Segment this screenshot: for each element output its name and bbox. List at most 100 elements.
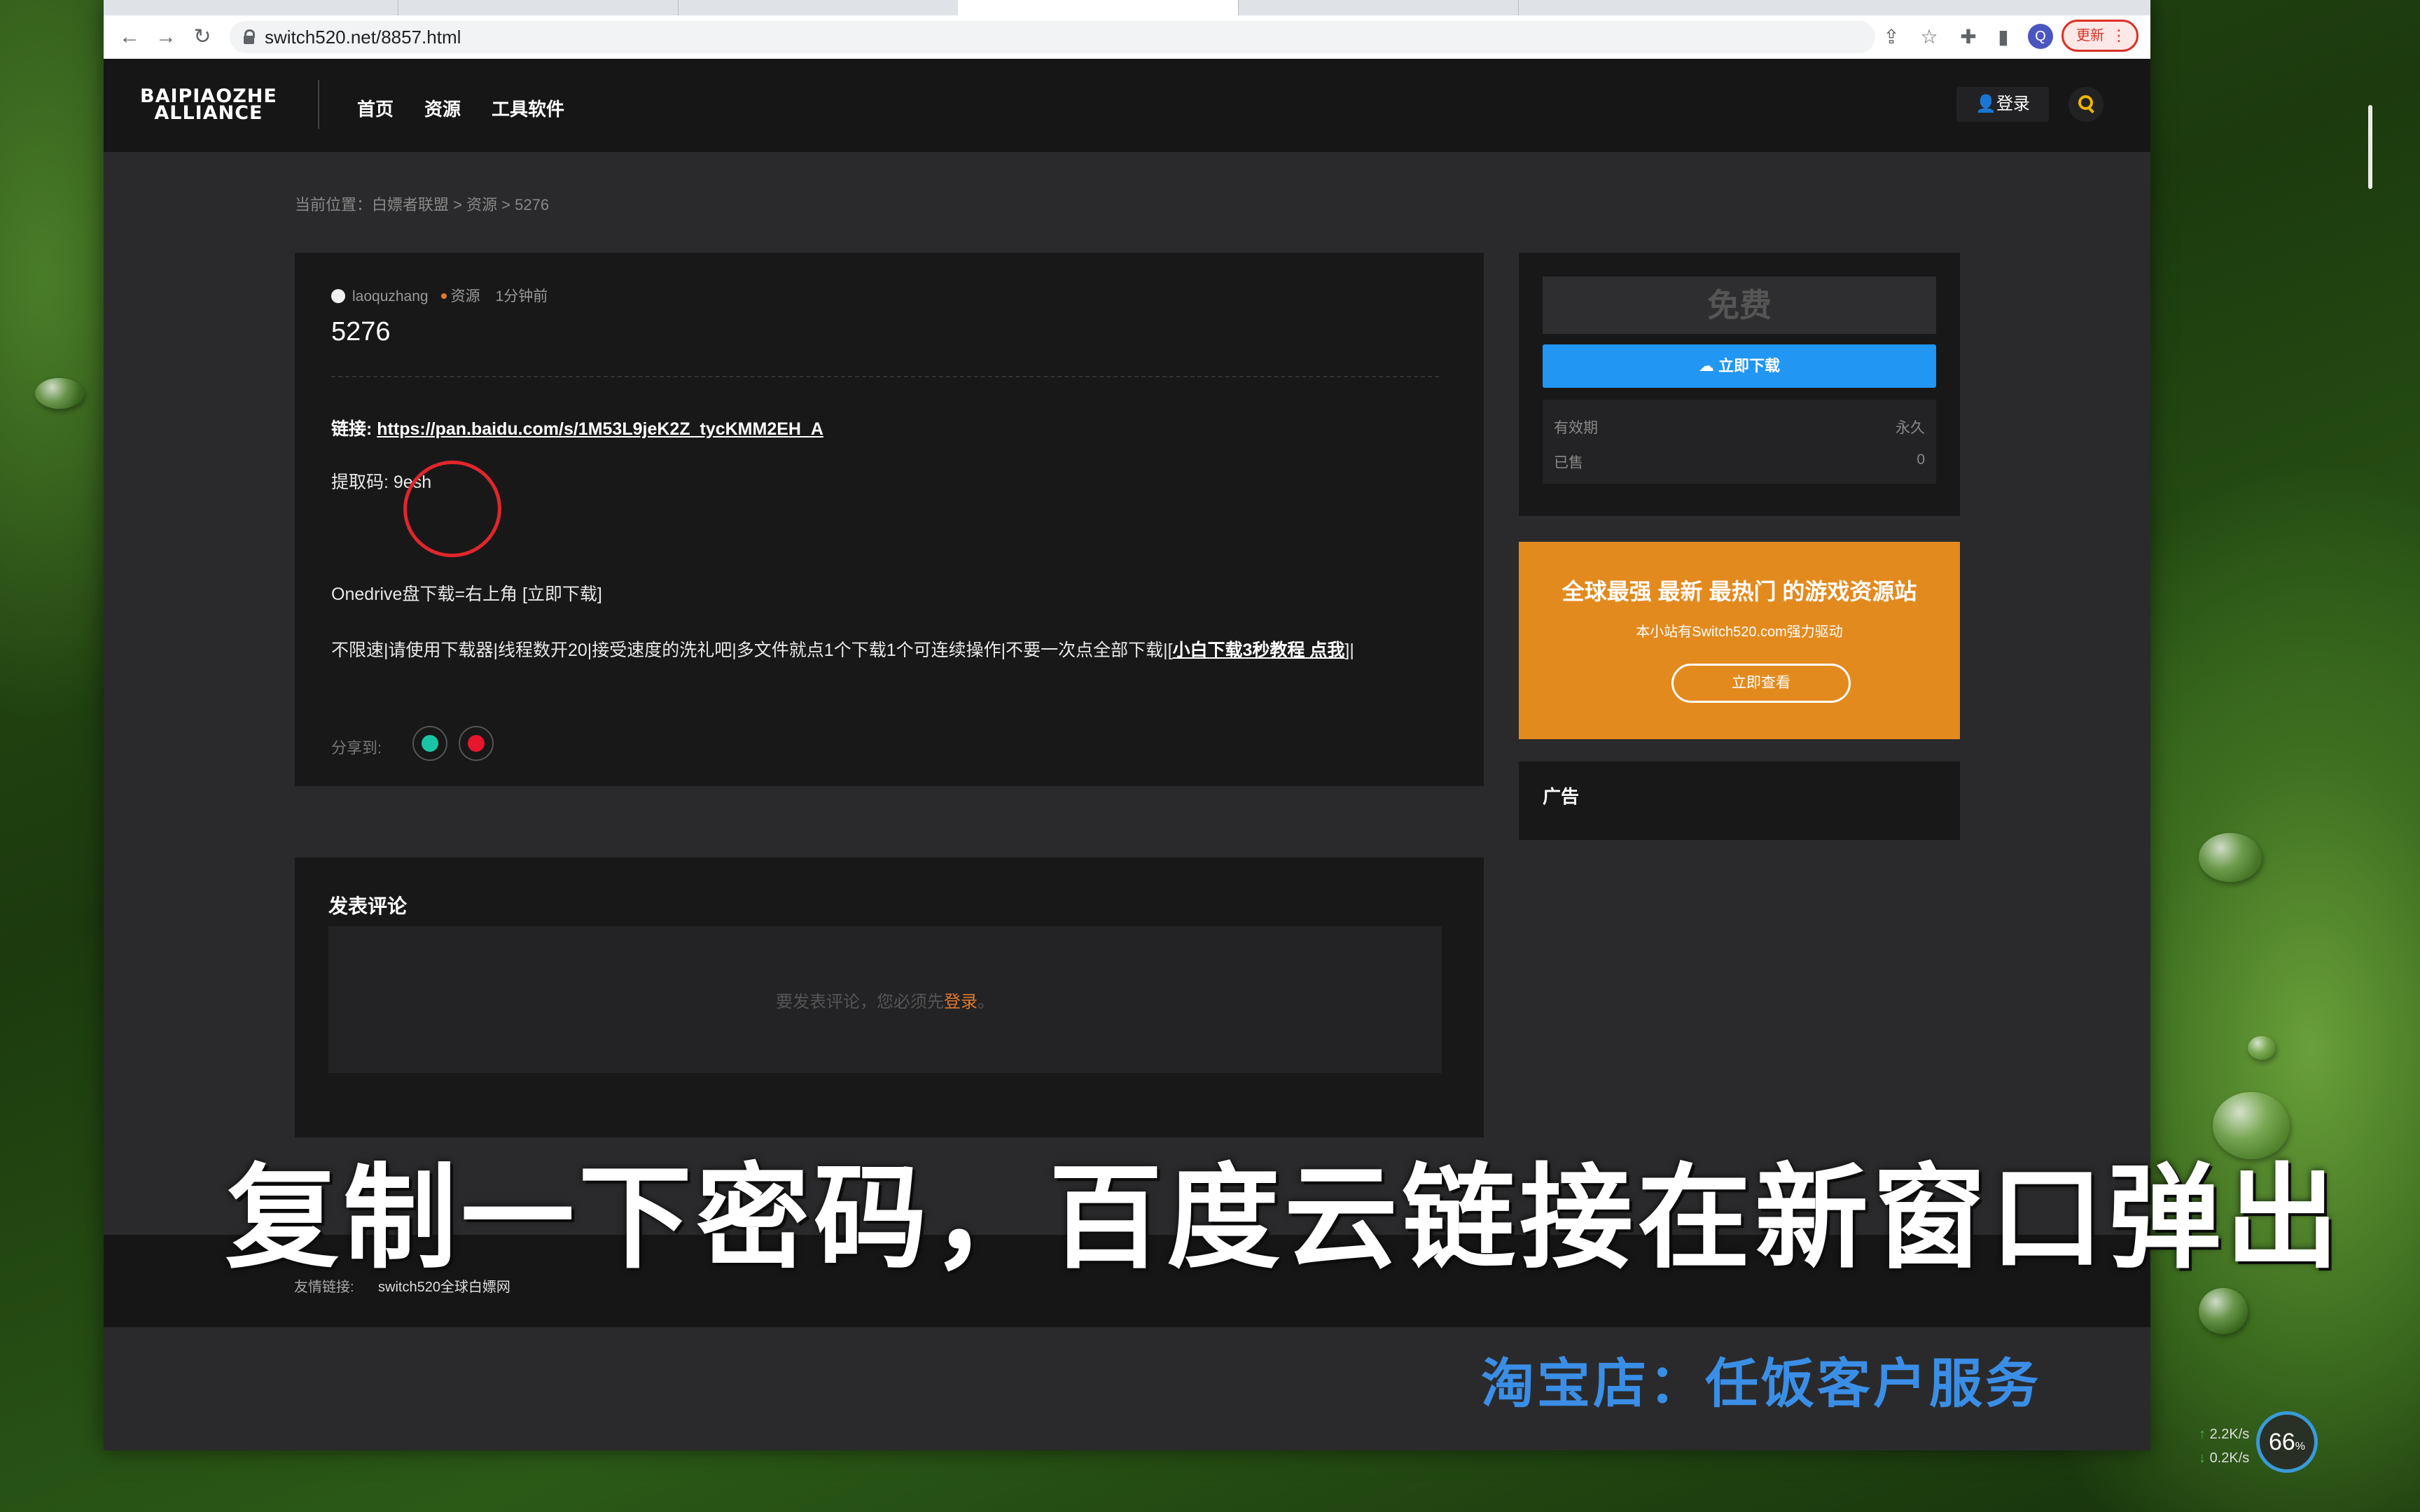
baidu-pan-link[interactable]: https://pan.baidu.com/s/1M53L9jeK2Z_tycK… (377, 419, 823, 439)
cloud-download-icon: ☁ (1698, 357, 1719, 374)
title-divider (331, 376, 1439, 377)
breadcrumb: 当前位置：白嫖者联盟 > 资源 > 5276 (295, 196, 550, 214)
weibo-icon (468, 735, 485, 752)
share-page-icon[interactable]: ⇪ (1879, 25, 1903, 49)
upload-value: 2.2 (2209, 1427, 2230, 1442)
unit: K/s (2229, 1427, 2250, 1442)
comment-hint: 要发表评论，您必须先登录。 (328, 988, 1442, 1012)
login-label: 登录 (1996, 94, 2030, 113)
browser-tab[interactable] (678, 0, 959, 15)
tips-text: 不限速|请使用下载器|线程数开20|接受速度的洗礼吧|多文件就点1个下载1个可连… (331, 640, 1173, 660)
promo-title: 全球最强 最新 最热门 的游戏资源站 (1562, 579, 1917, 604)
forward-arrow-icon[interactable]: → (154, 25, 178, 49)
ad-title: 广告 (1543, 786, 1580, 807)
hint-end: 。 (978, 993, 994, 1011)
header-divider (318, 80, 319, 129)
up-arrow-icon: ↑ (2199, 1427, 2206, 1442)
info-value: 永久 (1896, 420, 1925, 436)
nav-resources[interactable]: 资源 (424, 95, 461, 121)
post-author[interactable]: laoquzhang (352, 288, 429, 304)
author-avatar (331, 289, 345, 303)
lock-icon (244, 29, 255, 44)
promo-banner: 全球最强 最新 最热门 的游戏资源站 本小站有Switch520.com强力驱动… (1519, 542, 1960, 739)
extensions-puzzle-icon[interactable]: ✚ (1956, 25, 1980, 49)
qq-share-icon[interactable] (412, 726, 447, 761)
onedrive-line: Onedrive盘下载=右上角 [立即下载] (331, 584, 602, 604)
update-label: 更新 (2076, 28, 2104, 43)
browser-tab[interactable] (398, 0, 679, 15)
search-button[interactable] (2068, 87, 2103, 122)
download-now-button[interactable]: ☁ 立即下载 (1543, 344, 1936, 388)
back-arrow-icon[interactable]: ← (118, 25, 141, 49)
search-icon-handle (2087, 106, 2094, 113)
share-label: 分享到: (331, 739, 382, 757)
logo-line: ALLIANCE (154, 102, 263, 124)
browser-tab[interactable] (104, 0, 398, 15)
desktop-edge-bar (2368, 105, 2372, 189)
browser-tab[interactable] (1238, 0, 1519, 15)
hint-text: 要发表评论，您必须先 (776, 993, 944, 1011)
info-row-sold: 已售 0 (1554, 451, 1925, 472)
water-drop (2199, 833, 2262, 882)
nav-tools[interactable]: 工具软件 (492, 95, 564, 121)
browser-tab-active[interactable] (958, 0, 1239, 15)
ad-widget: 广告 (1519, 762, 1960, 840)
page-body: 当前位置：白嫖者联盟 > 资源 > 5276 laoquzhang 资源 1分钟前 … (104, 152, 2150, 1237)
info-value: 0 (1917, 451, 1925, 468)
profile-avatar[interactable]: Q (2028, 24, 2053, 49)
update-button[interactable]: 更新 ⋮ (2061, 20, 2139, 52)
login-button[interactable]: 👤登录 (1956, 87, 2049, 122)
gauge-value: 66 (2268, 1429, 2295, 1455)
price-label: 免费 (1543, 276, 1936, 334)
network-speed-widget: ↑ 2.2K/s ↓ 0.2K/s 66% (2192, 1408, 2325, 1476)
tab-strip (104, 0, 2150, 15)
post-category[interactable]: 资源 (451, 288, 480, 304)
tutorial-link[interactable]: 小白下载3秒教程 点我 (1173, 640, 1345, 660)
site-header: BAIPIAOZHE ALLIANCE 首页 资源 工具软件 👤登录 (104, 59, 2150, 152)
address-bar[interactable]: switch520.net/8857.html (230, 21, 1875, 53)
taobao-watermark: 淘宝店：任饭客户服务 (1481, 1352, 2041, 1415)
browser-toolbar: ← → ↻ switch520.net/8857.html ⇪ ☆ ✚ ▮ Q … (104, 15, 2150, 59)
menu-dots-icon: ⋮ (2111, 27, 2127, 44)
tips-line: 不限速|请使用下载器|线程数开20|接受速度的洗礼吧|多文件就点1个下载1个可连… (331, 636, 1354, 662)
comment-title: 发表评论 (328, 895, 408, 917)
unit: K/s (2229, 1450, 2250, 1466)
promo-view-button[interactable]: 立即查看 (1671, 664, 1851, 703)
reload-icon[interactable]: ↻ (190, 25, 214, 49)
weibo-share-icon[interactable] (459, 726, 494, 761)
comment-card: 发表评论 要发表评论，您必须先登录。 (295, 858, 1484, 1138)
site-logo[interactable]: BAIPIAOZHE ALLIANCE (140, 87, 277, 124)
download-info: 有效期 永久 已售 0 (1543, 400, 1936, 484)
water-drop (2199, 1288, 2248, 1334)
bookmark-star-icon[interactable]: ☆ (1917, 25, 1941, 49)
gauge-unit: % (2295, 1441, 2306, 1452)
memory-gauge[interactable]: 66% (2256, 1411, 2318, 1473)
water-drop (35, 378, 84, 409)
water-drop (2248, 1036, 2276, 1060)
nav-home[interactable]: 首页 (357, 95, 394, 121)
net-speeds: ↑ 2.2K/s ↓ 0.2K/s (2199, 1422, 2249, 1470)
info-row-validity: 有效期 永久 (1554, 416, 1925, 438)
url-text: switch520.net/8857.html (265, 27, 461, 48)
category-dot-icon (440, 293, 447, 299)
down-arrow-icon: ↓ (2199, 1450, 2206, 1466)
post-title: 5276 (331, 317, 391, 346)
download-label: 立即下载 (1718, 357, 1781, 374)
link-label: 链接: (331, 419, 377, 439)
post-meta: laoquzhang 资源 1分钟前 (331, 285, 548, 306)
baidu-link-line: 链接: https://pan.baidu.com/s/1M53L9jeK2Z_… (331, 415, 823, 440)
download-speed: ↓ 0.2K/s (2199, 1446, 2249, 1470)
video-subtitle: 复制一下密码，百度云链接在新窗口弹出 (225, 1153, 2343, 1284)
info-label: 有效期 (1554, 420, 1598, 436)
post-time: 1分钟前 (495, 288, 548, 304)
info-label: 已售 (1554, 455, 1583, 471)
comment-box: 要发表评论，您必须先登录。 (328, 926, 1442, 1073)
qq-icon (422, 735, 438, 752)
user-icon: 👤 (1975, 94, 1996, 113)
side-panel-icon[interactable]: ▮ (1991, 25, 2015, 49)
upload-speed: ↑ 2.2K/s (2199, 1422, 2249, 1446)
comment-login-link[interactable]: 登录 (944, 993, 978, 1011)
promo-subtitle: 本小站有Switch520.com强力驱动 (1636, 624, 1843, 640)
tips-end: ]| (1344, 640, 1354, 660)
download-widget: 免费 ☁ 立即下载 有效期 永久 已售 0 (1519, 253, 1960, 516)
